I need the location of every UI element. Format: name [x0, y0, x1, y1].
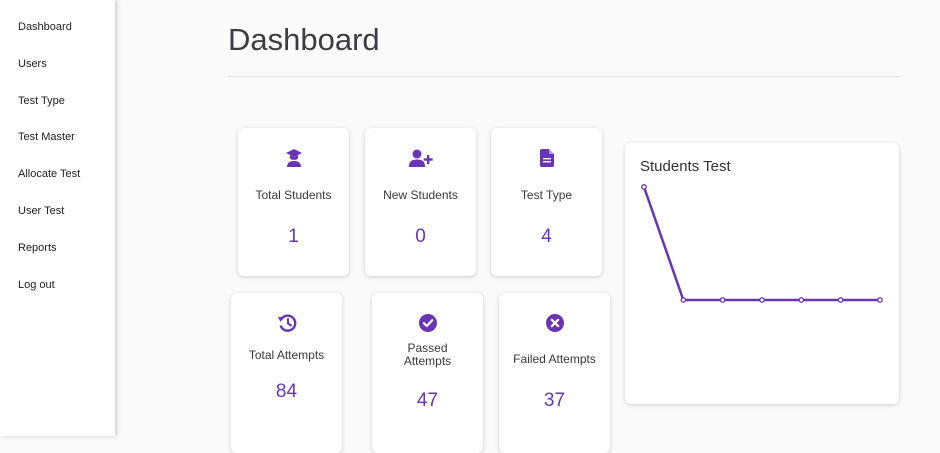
stat-card-passed-attempts[interactable]: Passed Attempts 47: [372, 293, 483, 453]
data-point[interactable]: [837, 297, 844, 303]
students-test-chart: [641, 184, 883, 303]
stat-card-total-students[interactable]: Total Students 1: [238, 128, 349, 276]
stat-label: Total Students: [255, 188, 332, 202]
history-icon: [231, 314, 342, 332]
sidebar-item-users[interactable]: Users: [18, 58, 47, 70]
stat-card-failed-attempts[interactable]: Failed Attempts 37: [499, 293, 610, 453]
stat-value: 37: [543, 390, 566, 411]
document-icon: [491, 149, 602, 167]
stat-label: Test Type: [520, 188, 573, 202]
stat-label: New Students: [383, 188, 458, 202]
graduate-icon: [238, 148, 349, 168]
data-point[interactable]: [759, 297, 765, 303]
stat-card-total-attempts[interactable]: Total Attempts 84: [231, 293, 342, 453]
page-title: Dashboard: [228, 22, 380, 57]
data-point[interactable]: [798, 297, 805, 303]
data-point[interactable]: [641, 184, 647, 190]
sidebar-item-test-master[interactable]: Test Master: [18, 131, 75, 143]
stat-card-new-students[interactable]: New Students 0: [365, 128, 476, 276]
check-circle-icon: [372, 314, 483, 332]
stat-value: 1: [288, 226, 299, 247]
series-line: [642, 186, 880, 302]
sidebar-item-dashboard[interactable]: Dashboard: [18, 21, 72, 33]
sidebar-item-user-test[interactable]: User Test: [18, 205, 64, 217]
stat-label: Passed Attempts: [403, 341, 452, 368]
sidebar-item-allocate-test[interactable]: Allocate Test: [18, 168, 80, 180]
data-point[interactable]: [877, 297, 883, 303]
stat-value: 84: [275, 381, 298, 402]
x-circle-icon: [499, 314, 610, 332]
user-plus-icon: [365, 149, 476, 167]
stat-value: 4: [541, 226, 552, 247]
stat-value: 0: [415, 226, 426, 247]
data-point[interactable]: [719, 297, 726, 303]
sidebar: Dashboard Users Test Type Test Master Al…: [0, 0, 115, 436]
data-point[interactable]: [680, 297, 687, 303]
sidebar-item-log-out[interactable]: Log out: [18, 279, 55, 291]
title-divider: [228, 76, 902, 77]
students-test-chart-card: Students Test: [625, 143, 899, 404]
stat-card-test-type[interactable]: Test Type 4: [491, 128, 602, 276]
stat-value: 47: [416, 390, 439, 411]
sidebar-item-reports[interactable]: Reports: [18, 242, 57, 254]
stat-label: Failed Attempts: [513, 352, 596, 366]
sidebar-item-test-type[interactable]: Test Type: [18, 95, 65, 107]
stat-label: Total Attempts: [248, 348, 325, 362]
